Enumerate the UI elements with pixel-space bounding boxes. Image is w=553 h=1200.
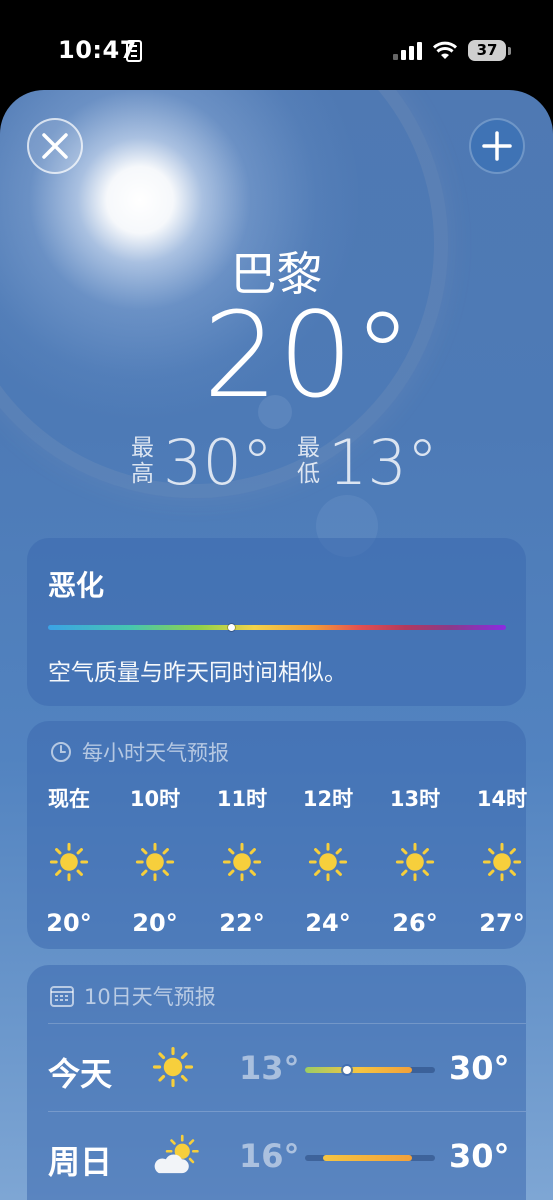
add-button[interactable]	[469, 118, 525, 174]
current-temperature-dot	[342, 1066, 351, 1074]
hour-label: 13时	[389, 787, 441, 811]
calendar-icon	[50, 986, 74, 1007]
low-temperature: 13°	[328, 426, 438, 499]
day-label: 周日	[48, 1143, 113, 1181]
temperature-range-fill	[305, 1067, 412, 1073]
sun-icon	[467, 842, 537, 886]
high-temperature: 30°	[449, 1049, 510, 1087]
partly-cloudy-icon	[152, 1134, 199, 1180]
hour-label: 14时	[476, 787, 528, 811]
current-temperature: 20°	[203, 286, 413, 424]
hour-label: 11时	[216, 787, 268, 811]
day-label: 今天	[48, 1055, 113, 1093]
sun-icon	[207, 842, 277, 886]
hour-temperature: 22°	[219, 909, 265, 937]
low-temperature: 16°	[239, 1137, 300, 1175]
hour-temperature: 20°	[132, 909, 178, 937]
hour-label: 现在	[48, 787, 90, 811]
high-temperature: 30°	[163, 426, 273, 499]
hourly-forecast-card[interactable]: 每小时天气预报 现在 20° 10时 20° 11时 22° 12时 24° 13时 26° 14时…	[27, 721, 527, 949]
sun-icon	[120, 842, 190, 886]
temperature-range-bar	[305, 1155, 435, 1161]
sun-icon	[34, 842, 104, 886]
hour-temperature: 24°	[305, 909, 351, 937]
low-temperature: 13°	[239, 1049, 300, 1087]
plus-icon	[482, 131, 512, 161]
close-button[interactable]	[27, 118, 83, 174]
ten-day-forecast-card[interactable]: 10日天气预报 今天 13° 30° 周日 16° 30°	[27, 965, 526, 1200]
temperature-range-bar	[305, 1066, 435, 1074]
weather-sheet: 巴黎 20° 最高 30° 最低 13° 恶化 空气质量与昨天同时间相似。 每小…	[0, 90, 553, 1200]
close-icon	[42, 133, 68, 159]
air-quality-card[interactable]: 恶化 空气质量与昨天同时间相似。	[27, 538, 526, 706]
cellular-signal-icon	[393, 40, 423, 60]
temperature-range-fill	[323, 1155, 412, 1161]
row-divider	[48, 1111, 526, 1112]
row-divider	[48, 1023, 526, 1024]
hour-temperature: 26°	[392, 909, 438, 937]
hour-temperature: 27°	[479, 909, 525, 937]
clock-icon	[51, 742, 71, 762]
sun-icon	[293, 842, 363, 886]
sun-icon	[152, 1046, 194, 1092]
status-bar: 10:47 37	[0, 0, 553, 90]
battery-tip	[508, 47, 511, 55]
air-quality-title: 恶化	[48, 569, 105, 602]
air-quality-description: 空气质量与昨天同时间相似。	[48, 660, 347, 686]
ten-day-forecast-header: 10日天气预报	[50, 981, 216, 1011]
sun-icon	[380, 842, 450, 886]
hourly-forecast-header: 每小时天气预报	[50, 737, 229, 767]
air-quality-scale	[48, 625, 506, 630]
hour-label: 12时	[302, 787, 354, 811]
hourly-forecast-title: 每小时天气预报	[82, 741, 229, 765]
hour-label: 10时	[129, 787, 181, 811]
wifi-icon	[432, 41, 458, 59]
sim-card-icon	[126, 40, 142, 62]
high-label: 最高	[131, 435, 154, 487]
ten-day-forecast-title: 10日天气预报	[84, 985, 216, 1009]
battery-icon: 37	[468, 40, 506, 61]
hour-temperature: 20°	[46, 909, 92, 937]
high-temperature: 30°	[449, 1137, 510, 1175]
low-label: 最低	[297, 435, 320, 487]
